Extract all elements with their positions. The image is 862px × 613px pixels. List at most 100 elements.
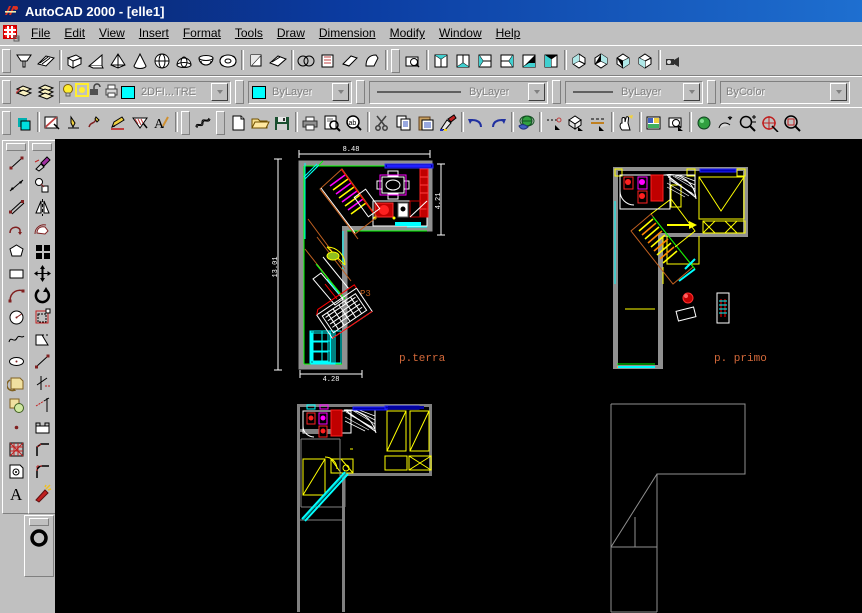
- solids-sphere-icon[interactable]: [151, 49, 173, 72]
- toolbar-grip[interactable]: [2, 48, 11, 73]
- plotter-icon[interactable]: [103, 83, 119, 101]
- view-bottom-icon[interactable]: [452, 49, 474, 72]
- region-icon[interactable]: [5, 460, 27, 482]
- stretch-icon[interactable]: [31, 328, 53, 350]
- autocad-document-icon[interactable]: [2, 24, 20, 42]
- construction-line-icon[interactable]: [5, 174, 27, 196]
- camera-icon[interactable]: [662, 49, 684, 72]
- layer-combo-arrow-icon[interactable]: [211, 83, 228, 101]
- copy-icon[interactable]: [393, 112, 415, 134]
- view-sw-iso-icon[interactable]: [568, 49, 590, 72]
- offset-icon[interactable]: [31, 218, 53, 240]
- mirror-icon[interactable]: [31, 196, 53, 218]
- solids-revolve-icon[interactable]: [35, 49, 57, 72]
- point-icon[interactable]: [5, 416, 27, 438]
- solids-torus-icon[interactable]: [217, 49, 239, 72]
- solids-dome-icon[interactable]: [173, 49, 195, 72]
- zoom-window-icon[interactable]: [781, 112, 803, 134]
- distance-icon[interactable]: [543, 112, 565, 134]
- save-icon[interactable]: [271, 112, 293, 134]
- lineweight-combo-grip[interactable]: [552, 80, 561, 104]
- leader-icon[interactable]: [85, 112, 107, 134]
- layers-icon[interactable]: [35, 81, 57, 103]
- cut-icon[interactable]: [371, 112, 393, 134]
- arc-icon[interactable]: [5, 284, 27, 306]
- solids-pyramid-icon[interactable]: [107, 49, 129, 72]
- menu-insert[interactable]: Insert: [132, 24, 176, 42]
- rectangle-icon[interactable]: [5, 262, 27, 284]
- view-back-icon[interactable]: [540, 49, 562, 72]
- draw-toolbar-grip[interactable]: [6, 143, 26, 151]
- hatch-icon[interactable]: [5, 438, 27, 460]
- print-icon[interactable]: [299, 112, 321, 134]
- solids-wedge-icon[interactable]: [85, 49, 107, 72]
- linear-dimension-icon[interactable]: [63, 112, 85, 134]
- zoom-extents-icon[interactable]: [759, 112, 781, 134]
- solids-setup-view-icon[interactable]: [339, 49, 361, 72]
- solids-setup-profile-icon[interactable]: [361, 49, 383, 72]
- circle-icon[interactable]: [5, 306, 27, 328]
- layer-previous-icon[interactable]: [13, 81, 35, 103]
- view-left-icon[interactable]: [474, 49, 496, 72]
- pan-realtime-hand-icon[interactable]: [615, 112, 637, 134]
- color-combo-grip[interactable]: [235, 80, 244, 104]
- menu-dimension[interactable]: Dimension: [312, 24, 383, 42]
- extend-icon[interactable]: [31, 394, 53, 416]
- zoom-realtime-icon[interactable]: [737, 112, 759, 134]
- plotstyle-control-combo[interactable]: ByColor: [720, 80, 850, 104]
- linear-dim-icon[interactable]: [587, 112, 609, 134]
- lineweight-control-combo[interactable]: ByLayer: [565, 80, 703, 104]
- drawing-canvas[interactable]: 8.48 13.01 4.21 4.28 P3 p.terra p. primo: [55, 139, 862, 613]
- move-icon[interactable]: [31, 262, 53, 284]
- linetype-control-combo[interactable]: ByLayer: [369, 80, 548, 104]
- view-right-icon[interactable]: [496, 49, 518, 72]
- multiline-text-icon[interactable]: A: [151, 112, 173, 134]
- objprops-grip[interactable]: [2, 80, 11, 104]
- ellipse-icon[interactable]: [5, 350, 27, 372]
- block-insert-icon[interactable]: [565, 112, 587, 134]
- linetype-combo-grip[interactable]: [356, 80, 365, 104]
- polyline-icon[interactable]: [5, 218, 27, 240]
- make-block-icon[interactable]: [5, 394, 27, 416]
- break-icon[interactable]: [31, 416, 53, 438]
- hatch-edit-icon[interactable]: [129, 112, 151, 134]
- plotstyle-combo-arrow-icon[interactable]: [830, 83, 847, 101]
- menu-modify[interactable]: Modify: [383, 24, 432, 42]
- menu-edit[interactable]: Edit: [57, 24, 92, 42]
- line-icon[interactable]: [5, 152, 27, 174]
- edit-text-icon[interactable]: [107, 112, 129, 134]
- menu-draw[interactable]: Draw: [270, 24, 312, 42]
- view-ne-iso-icon[interactable]: [612, 49, 634, 72]
- find-replace-icon[interactable]: ab: [343, 112, 365, 134]
- modify-toolbar-grip[interactable]: [32, 143, 52, 151]
- solids-dish-icon[interactable]: [195, 49, 217, 72]
- redo-icon[interactable]: [487, 112, 509, 134]
- osnap-toolbar-grip[interactable]: [29, 518, 49, 526]
- scale-icon[interactable]: [31, 306, 53, 328]
- new-icon[interactable]: [227, 112, 249, 134]
- open-icon[interactable]: [249, 112, 271, 134]
- standard-grip-3[interactable]: [216, 111, 225, 135]
- named-views-icon[interactable]: [402, 49, 424, 72]
- trim-icon[interactable]: [31, 372, 53, 394]
- unlocked-padlock-icon[interactable]: [89, 83, 103, 101]
- menu-format[interactable]: Format: [176, 24, 228, 42]
- paste-icon[interactable]: [415, 112, 437, 134]
- menu-view[interactable]: View: [92, 24, 132, 42]
- solids-setup-drawing-icon[interactable]: [317, 49, 339, 72]
- insert-block-icon[interactable]: [5, 372, 27, 394]
- match-prop-brush-icon[interactable]: [437, 112, 459, 134]
- plotstyle-combo-grip[interactable]: [707, 80, 716, 104]
- standard-grip-2[interactable]: [181, 111, 190, 135]
- menu-file[interactable]: File: [24, 24, 57, 42]
- chamfer-icon[interactable]: [31, 438, 53, 460]
- view-front-icon[interactable]: [518, 49, 540, 72]
- ucs-icon[interactable]: [13, 112, 35, 134]
- fillet-icon[interactable]: [31, 460, 53, 482]
- solids-slice-icon[interactable]: [245, 49, 267, 72]
- multiline-icon[interactable]: [5, 196, 27, 218]
- menu-help[interactable]: Help: [489, 24, 528, 42]
- color-control-combo[interactable]: ByLayer: [248, 80, 352, 104]
- text-icon[interactable]: A: [5, 482, 27, 504]
- snap-center-icon[interactable]: [28, 527, 50, 549]
